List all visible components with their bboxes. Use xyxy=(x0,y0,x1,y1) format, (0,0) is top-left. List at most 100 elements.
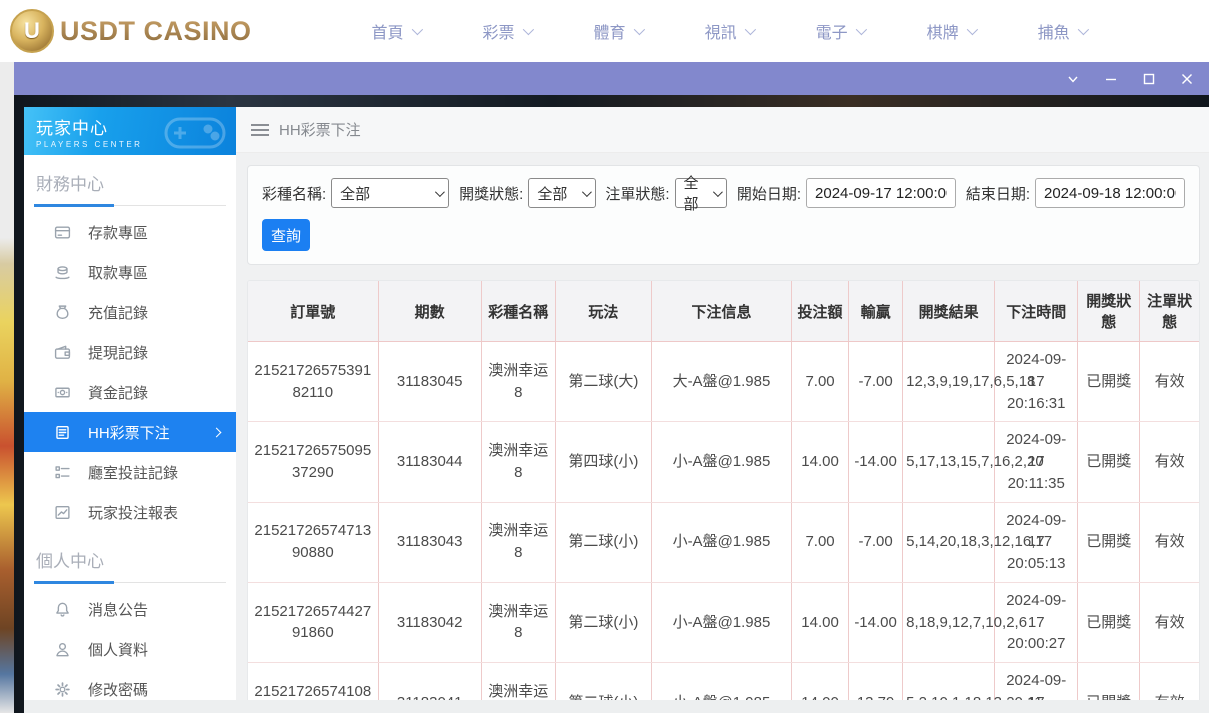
table-cell: 31183041 xyxy=(378,663,481,701)
maximize-button[interactable] xyxy=(1141,71,1157,87)
main-panel: HH彩票下注 彩種名稱: 全部 開獎狀態: 全部 xyxy=(236,107,1209,700)
order-status-label: 注單狀態: xyxy=(605,183,669,204)
draw-status-label: 開獎狀態: xyxy=(459,183,523,204)
window-bottom-strip xyxy=(24,700,1209,713)
end-date-input[interactable] xyxy=(1035,178,1185,208)
table-header-cell: 玩法 xyxy=(555,281,651,342)
collapse-button[interactable] xyxy=(1065,71,1081,87)
table-row: 215217265753918211031183045澳洲幸运8第二球(大)大-… xyxy=(248,342,1199,422)
table-cell: 31183044 xyxy=(378,422,481,502)
table-row: 215217265750953729031183044澳洲幸运8第四球(小)小-… xyxy=(248,422,1199,502)
lottery-name-label: 彩種名稱: xyxy=(262,183,326,204)
table-header-cell: 開獎狀態 xyxy=(1078,281,1140,342)
table-cell: 14.00 xyxy=(792,582,849,662)
chevron-down-icon xyxy=(855,24,866,35)
withdraw-icon xyxy=(54,264,71,281)
site-header: U USDT CASINO 首頁 彩票 體育 視訊 電子 棋牌 捕魚 xyxy=(0,0,1209,62)
sidebar-item[interactable]: HH彩票下注 xyxy=(24,412,236,452)
chevron-down-icon xyxy=(435,187,445,197)
lottery-name-value: 全部 xyxy=(340,183,370,204)
nav-item[interactable]: 捕魚 xyxy=(1038,19,1086,43)
table-header-cell: 下注時間 xyxy=(995,281,1078,342)
nav-item[interactable]: 體育 xyxy=(594,19,642,43)
table-row: 215217265744279186031183042澳洲幸运8第二球(小)小-… xyxy=(248,582,1199,662)
window-titlebar xyxy=(14,62,1209,95)
table-cell: 澳洲幸运8 xyxy=(481,663,555,701)
table-cell: 8,18,9,12,7,10,2,6 xyxy=(903,582,995,662)
hamburger-icon[interactable] xyxy=(251,123,269,137)
table-cell: 小-A盤@1.985 xyxy=(651,422,791,502)
table-cell: 7.00 xyxy=(792,502,849,582)
nav-item-label: 首頁 xyxy=(372,19,404,43)
page: U USDT CASINO 首頁彩票體育視訊電子棋牌捕魚 玩家中心 PLAYER… xyxy=(0,0,1209,713)
table-cell: 2152172657471390880 xyxy=(248,502,378,582)
start-date-label: 開始日期: xyxy=(737,183,801,204)
sidebar-item[interactable]: 修改密碼 xyxy=(24,669,236,700)
sidebar-item[interactable]: 玩家投注報表 xyxy=(24,492,236,532)
sidebar-item-label: 消息公告 xyxy=(88,599,148,620)
table-cell: 7.00 xyxy=(792,342,849,422)
nav-item[interactable]: 視訊 xyxy=(705,19,753,43)
sidebar-item-label: 提現記錄 xyxy=(88,342,148,363)
sidebar-item[interactable]: 存款專區 xyxy=(24,212,236,252)
table-cell: 14.00 xyxy=(792,422,849,502)
end-date-label: 結束日期: xyxy=(966,183,1030,204)
table-cell: 大-A盤@1.985 xyxy=(651,342,791,422)
order-status-select[interactable]: 全部 xyxy=(675,178,728,208)
table-cell: 2152172657442791860 xyxy=(248,582,378,662)
table-cell: 澳洲幸运8 xyxy=(481,422,555,502)
draw-status-value: 全部 xyxy=(537,183,567,204)
table-cell: 2152172657410858470 xyxy=(248,663,378,701)
sidebar-item-label: HH彩票下注 xyxy=(88,422,170,443)
sidebar-item[interactable]: 資金記錄 xyxy=(24,372,236,412)
table-cell: 5,2,10,1,18,13,20,11 xyxy=(903,663,995,701)
table-cell: 第二球(大) xyxy=(555,342,651,422)
table-cell: 有效 xyxy=(1140,663,1199,701)
sidebar-item-label: 個人資料 xyxy=(88,639,148,660)
nav-item[interactable]: 棋牌 xyxy=(927,19,975,43)
sidebar-item[interactable]: 提現記錄 xyxy=(24,332,236,372)
sidebar-item[interactable]: 廳室投註記錄 xyxy=(24,452,236,492)
chevron-down-icon xyxy=(1077,24,1088,35)
table-cell: 小-A盤@1.985 xyxy=(651,582,791,662)
site-logo[interactable]: U USDT CASINO xyxy=(10,9,252,53)
start-date-input[interactable] xyxy=(806,178,956,208)
sidebar-item-label: 存款專區 xyxy=(88,222,148,243)
sidebar-item[interactable]: 取款專區 xyxy=(24,252,236,292)
table-header-cell: 期數 xyxy=(378,281,481,342)
draw-status-select[interactable]: 全部 xyxy=(528,178,595,208)
nav-item[interactable]: 首頁 xyxy=(372,19,420,43)
table-cell: 12,3,9,19,17,6,5,18 xyxy=(903,342,995,422)
table-cell: 第二球(小) xyxy=(555,582,651,662)
table-cell: -14.00 xyxy=(849,582,903,662)
player-report-icon xyxy=(54,504,71,521)
sidebar-item[interactable]: 個人資料 xyxy=(24,629,236,669)
sidebar-item[interactable]: 消息公告 xyxy=(24,589,236,629)
order-status-value: 全部 xyxy=(684,172,707,214)
nav-item[interactable]: 彩票 xyxy=(483,19,531,43)
nav-item[interactable]: 電子 xyxy=(816,19,864,43)
close-button[interactable] xyxy=(1179,71,1195,87)
sidebar-section-title: 財務中心 xyxy=(34,168,226,206)
sidebar-item-label: 資金記錄 xyxy=(88,382,148,403)
table-header-cell: 訂單號 xyxy=(248,281,378,342)
table-header-cell: 彩種名稱 xyxy=(481,281,555,342)
table-cell: 第四球(小) xyxy=(555,422,651,502)
table-cell: -14.00 xyxy=(849,422,903,502)
table-cell: 5,14,20,18,3,12,16,17 xyxy=(903,502,995,582)
table-header-cell: 輸贏 xyxy=(849,281,903,342)
sidebar-item[interactable]: 充值記錄 xyxy=(24,292,236,332)
notice-icon xyxy=(54,601,71,618)
nav-item-label: 體育 xyxy=(594,19,626,43)
table-cell: 已開獎 xyxy=(1078,663,1140,701)
table-cell: 澳洲幸运8 xyxy=(481,502,555,582)
logo-text: USDT CASINO xyxy=(60,16,252,47)
sidebar-item-label: 取款專區 xyxy=(88,262,148,283)
minimize-button[interactable] xyxy=(1103,71,1119,87)
deposit-icon xyxy=(54,224,71,241)
search-button[interactable]: 查詢 xyxy=(262,219,310,251)
gamepad-icon xyxy=(162,111,228,155)
lottery-name-select[interactable]: 全部 xyxy=(331,178,449,208)
logo-coin-icon: U xyxy=(10,9,54,53)
chevron-down-icon xyxy=(966,24,977,35)
